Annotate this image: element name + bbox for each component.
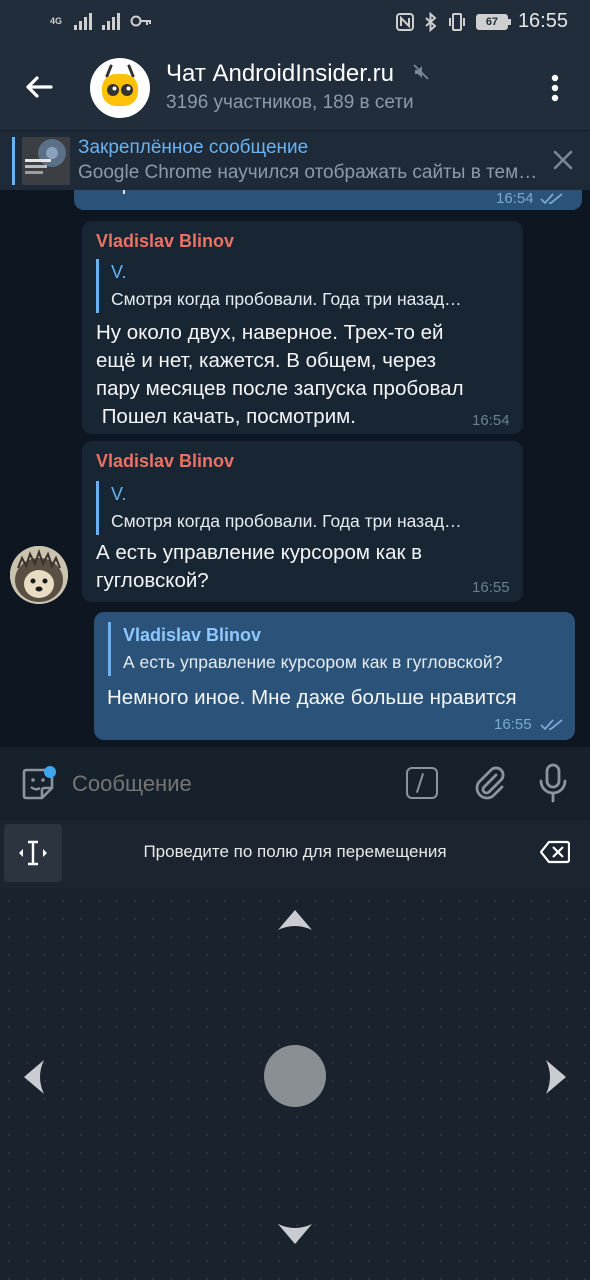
- vibrate-icon: [448, 12, 465, 31]
- reply-quote[interactable]: Vladislav Blinov А есть управление курсо…: [108, 622, 563, 676]
- message-bubble-outgoing[interactable]: Vladislav Blinov А есть управление курсо…: [94, 612, 575, 740]
- network-type: 4G: [50, 15, 63, 26]
- battery-icon: 67: [475, 13, 511, 30]
- status-right: 67 16:55: [395, 10, 568, 33]
- chat-header: Чат AndroidInsider.ru 3196 участников, 1…: [0, 46, 590, 130]
- chat-title[interactable]: Чат AndroidInsider.ru: [166, 60, 394, 88]
- notification-dot: [44, 766, 56, 778]
- composer: [0, 747, 590, 820]
- message-line: гугловской?: [96, 569, 209, 592]
- reply-quote[interactable]: V. Смотря когда пробовали. Года три наза…: [96, 259, 511, 313]
- pinned-title: Закреплённое сообщение: [78, 137, 309, 158]
- reply-author: V.: [111, 484, 127, 504]
- reply-author: V.: [111, 262, 127, 282]
- message-text: Немного иное. Мне даже больше нравится: [107, 686, 517, 709]
- arrow-up-icon[interactable]: [276, 908, 314, 932]
- bluetooth-icon: [425, 11, 437, 32]
- more-vert-icon[interactable]: [540, 70, 570, 106]
- message-bubble-incoming[interactable]: Vladislav Blinov V. Смотря когда пробова…: [82, 221, 523, 434]
- reply-author: Vladislav Blinov: [123, 625, 262, 645]
- message-time: 16:55: [494, 716, 532, 733]
- chat-subtitle: 3196 участников, 189 в сети: [166, 92, 414, 113]
- read-ticks-icon: [540, 719, 563, 731]
- close-icon[interactable]: [552, 149, 574, 171]
- clock: 16:55: [517, 10, 568, 32]
- message-text: А есть управление курсором как в гугловс…: [96, 539, 516, 595]
- pinned-indicator: [12, 137, 15, 185]
- mute-icon: [413, 64, 429, 80]
- message-line: Ну около двух, наверное. Трех-то ей: [96, 321, 444, 344]
- arrow-down-icon[interactable]: [276, 1222, 314, 1246]
- message-text: Ну около двух, наверное. Трех-то ей ещё …: [96, 319, 516, 431]
- attach-icon[interactable]: [472, 765, 506, 801]
- chrome-thumbnail-icon: [22, 137, 70, 185]
- signal-strength-2-icon: [102, 12, 121, 30]
- arrow-right-icon[interactable]: [544, 1058, 568, 1096]
- backspace-icon[interactable]: [540, 840, 570, 864]
- reply-text: А есть управление курсором как в гугловс…: [123, 652, 503, 672]
- arrow-left-icon[interactable]: [22, 1058, 46, 1096]
- message-line: А есть управление курсором как в: [96, 541, 423, 564]
- message-input[interactable]: [72, 767, 372, 801]
- nfc-icon: [395, 12, 414, 31]
- signal-strength-icon: [74, 12, 93, 30]
- hedgehog-avatar-icon: [10, 546, 68, 604]
- pinned-thumbnail: [22, 137, 70, 185]
- pinned-message-bar[interactable]: Закреплённое сообщение Google Chrome нау…: [0, 130, 590, 190]
- messages-list[interactable]: попробовать 16:54 Vladislav Blinov V. См…: [0, 190, 590, 747]
- keyboard-toolbar: Проведите по полю для перемещения: [0, 820, 590, 888]
- cursor-control-pad[interactable]: Проведите по полю для перемещения: [0, 820, 590, 1280]
- reply-text: Смотря когда пробовали. Года три назад…: [111, 289, 462, 309]
- key-icon: [130, 15, 152, 27]
- pinned-text: Google Chrome научился отображать сайты …: [78, 162, 538, 183]
- android-insider-logo-icon: [102, 64, 138, 106]
- status-bar: 4G 67 16:55: [0, 0, 590, 46]
- microphone-icon[interactable]: [538, 763, 568, 803]
- message-time: 16:54: [496, 190, 534, 207]
- message-line: пару месяцев после запуска пробовал: [96, 377, 464, 400]
- message-time: 16:55: [472, 579, 510, 596]
- message-line: Пошел качать, посмотрим.: [96, 405, 356, 428]
- chat-avatar[interactable]: [90, 58, 150, 118]
- sender-name[interactable]: Vladislav Blinov: [96, 231, 234, 252]
- reply-text: Смотря когда пробовали. Года три назад…: [111, 511, 462, 531]
- read-ticks-icon: [540, 193, 563, 205]
- cursor-hint: Проведите по полю для перемещения: [143, 842, 447, 861]
- reply-quote[interactable]: V. Смотря когда пробовали. Года три наза…: [96, 481, 511, 535]
- sender-name[interactable]: Vladislav Blinov: [96, 451, 234, 472]
- message-line: ещё и нет, кажется. В общем, через: [96, 349, 437, 372]
- signal-group: 4G: [50, 12, 152, 30]
- back-arrow-icon[interactable]: [22, 70, 56, 104]
- message-bubble-incoming[interactable]: Vladislav Blinov V. Смотря когда пробова…: [82, 441, 523, 602]
- message-time: 16:54: [472, 412, 510, 429]
- avatar[interactable]: [10, 546, 68, 604]
- message-text: попробовать: [88, 190, 209, 198]
- cursor-joystick[interactable]: [264, 1045, 326, 1107]
- message-bubble-outgoing-partial[interactable]: попробовать 16:54: [74, 190, 582, 210]
- bot-command-icon[interactable]: [406, 767, 438, 799]
